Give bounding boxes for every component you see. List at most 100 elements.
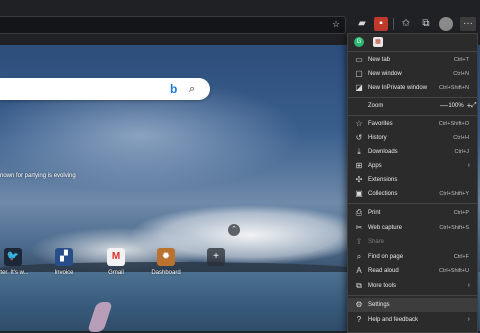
menu-item-new-tab[interactable]: ▭ New tab Ctrl+T — [348, 53, 477, 67]
address-bar[interactable]: ☆ — [0, 16, 346, 34]
search-icon[interactable]: ⌕ — [189, 82, 201, 96]
more-menu-button[interactable]: ··· — [460, 17, 476, 31]
collections-icon[interactable]: ⧉ — [419, 17, 433, 31]
menu-item-history[interactable]: ↺ History Ctrl+H — [348, 131, 477, 145]
menu-item-favorites[interactable]: ☆ Favorites Ctrl+Shift+O — [348, 117, 477, 131]
quick-link-label: Invoice — [54, 270, 74, 276]
menu-item-extensions[interactable]: ✣ Extensions — [348, 173, 477, 187]
menu-item-label: Downloads — [368, 149, 398, 155]
menu-item-label: Find on page — [368, 254, 404, 260]
chevron-right-icon: › — [467, 316, 470, 323]
chevron-right-icon: › — [467, 282, 470, 289]
print-icon: ⎙ — [355, 208, 363, 217]
quick-link-twitter[interactable]: 🐦 itter. It's w... — [0, 248, 36, 280]
menu-item-shortcut: Ctrl+Shift+O — [438, 121, 469, 127]
quick-link-invoice[interactable]: ▞ Invoice — [41, 248, 87, 280]
menu-item-shortcut: Ctrl+H — [453, 135, 469, 141]
zoom-out-button[interactable]: — — [440, 99, 448, 113]
menu-item-shortcut: Ctrl+N — [453, 71, 469, 77]
menu-item-label: Settings — [368, 302, 390, 308]
bing-icon[interactable]: b — [170, 82, 182, 96]
menu-item-shortcut: Ctrl+Shift+N — [439, 85, 469, 91]
menu-item-label: Read aloud — [368, 268, 399, 274]
menu-divider — [348, 51, 477, 52]
share-icon: ⇪ — [355, 237, 363, 246]
web-capture-icon: ✂ — [355, 223, 363, 232]
menu-item-help-and-feedback[interactable]: ? Help and feedback › — [348, 313, 477, 327]
twitter-icon: 🐦 — [4, 248, 22, 266]
menu-item-shortcut: Ctrl+Shift+Y — [439, 191, 469, 197]
add-quick-link-button[interactable]: + — [193, 248, 239, 280]
menu-divider — [348, 97, 477, 98]
gmail-icon: M — [107, 248, 125, 266]
menu-item-label: New window — [368, 71, 402, 77]
menu-item-shortcut: Ctrl+P — [453, 210, 469, 216]
quick-link-label: itter. It's w... — [0, 270, 29, 276]
menu-item-new-inprivate-window[interactable]: ◪ New InPrivate window Ctrl+Shift+N — [348, 81, 477, 95]
scroll-up-chevron-icon[interactable]: ⌃ — [228, 224, 240, 236]
grammarly-extension-icon[interactable]: G — [354, 37, 364, 47]
zoom-level: 100% — [448, 103, 464, 109]
help-icon: ? — [356, 315, 362, 324]
image-caption[interactable]: nown for partying is evolving — [0, 170, 120, 182]
add-icon: + — [207, 248, 225, 266]
fullscreen-icon[interactable]: ⤢ — [471, 99, 479, 113]
profile-avatar[interactable] — [439, 17, 453, 31]
menu-item-apps[interactable]: ⊞ Apps › — [348, 159, 477, 173]
quick-link-label: Gmail — [108, 270, 124, 276]
pdf-extension-icon[interactable]: ▪ — [374, 17, 388, 31]
menu-item-shortcut: Ctrl+J — [454, 149, 469, 155]
downloads-icon: ⤓ — [357, 147, 361, 156]
menu-divider — [348, 203, 477, 204]
chevron-right-icon: › — [467, 162, 470, 169]
collections-icon: ▣ — [355, 189, 363, 198]
add-favorite-icon[interactable]: ☆ — [331, 19, 341, 29]
menu-item-new-window[interactable]: ▢ New window Ctrl+N — [348, 67, 477, 81]
menu-item-label: Share — [368, 239, 385, 245]
menu-item-web-capture[interactable]: ✂ Web capture Ctrl+Shift+S — [348, 221, 477, 235]
menu-item-label: Web capture — [368, 225, 402, 231]
menu-item-settings[interactable]: ⚙ Settings — [348, 298, 477, 312]
favorites-icon[interactable]: ✩ — [399, 17, 413, 31]
menu-item-read-aloud[interactable]: A Read aloud Ctrl+Shift+U — [348, 264, 477, 278]
quick-link-dashboard[interactable]: ✹ Dashboard — [143, 248, 189, 280]
menu-item-share[interactable]: ⇪ Share — [348, 235, 477, 249]
menu-item-shortcut: Ctrl+T — [453, 57, 469, 63]
quick-link-label: Dashboard — [151, 270, 181, 276]
menu-item-label: New InPrivate window — [368, 85, 428, 91]
menu-extension-row: G ▦ — [348, 34, 477, 50]
menu-item-label: Favorites — [368, 121, 393, 127]
menu-item-label: Zoom — [368, 103, 384, 109]
menu-item-collections[interactable]: ▣ Collections Ctrl+Shift+Y — [348, 187, 477, 201]
new-tab-icon: ▭ — [355, 55, 363, 64]
menu-item-label: Extensions — [368, 177, 398, 183]
menu-item-find-on-page[interactable]: ⌕ Find on page Ctrl+F — [348, 250, 477, 264]
collections-folder-icon[interactable]: ▰ — [355, 17, 369, 31]
menu-item-label: Print — [368, 210, 381, 216]
dashboard-icon: ✹ — [157, 248, 175, 266]
menu-item-label: New tab — [368, 57, 391, 63]
menu-item-label: Apps — [368, 163, 382, 169]
menu-divider — [348, 295, 477, 296]
search-box[interactable]: b ⌕ — [0, 78, 210, 100]
menu-item-shortcut: Ctrl+Shift+U — [439, 268, 469, 274]
settings-gear-icon: ⚙ — [355, 300, 363, 309]
new-window-icon: ▢ — [355, 69, 363, 78]
menu-item-label: History — [368, 135, 387, 141]
quick-link-gmail[interactable]: M Gmail — [93, 248, 139, 280]
menu-item-shortcut: Ctrl+Shift+S — [439, 225, 469, 231]
menu-item-shortcut: Ctrl+F — [453, 254, 469, 260]
menu-item-print[interactable]: ⎙ Print Ctrl+P — [348, 206, 477, 220]
menu-item-more-tools[interactable]: ⧉ More tools › — [348, 279, 477, 293]
find-icon: ⌕ — [356, 252, 362, 261]
invoice-icon: ▞ — [55, 248, 73, 266]
menu-item-zoom: Zoom — 100% + ⤢ — [348, 99, 477, 113]
inprivate-icon: ◪ — [355, 83, 363, 92]
history-icon: ↺ — [355, 133, 363, 142]
pdf-extension-icon[interactable]: ▦ — [373, 37, 383, 47]
settings-and-more-menu: G ▦ ▭ New tab Ctrl+T ▢ New window Ctrl+N… — [347, 33, 478, 333]
menu-item-downloads[interactable]: ⤓ Downloads Ctrl+J — [348, 145, 477, 159]
more-tools-icon: ⧉ — [356, 281, 362, 290]
favorites-icon: ☆ — [355, 119, 363, 128]
read-aloud-icon: A — [356, 266, 362, 275]
